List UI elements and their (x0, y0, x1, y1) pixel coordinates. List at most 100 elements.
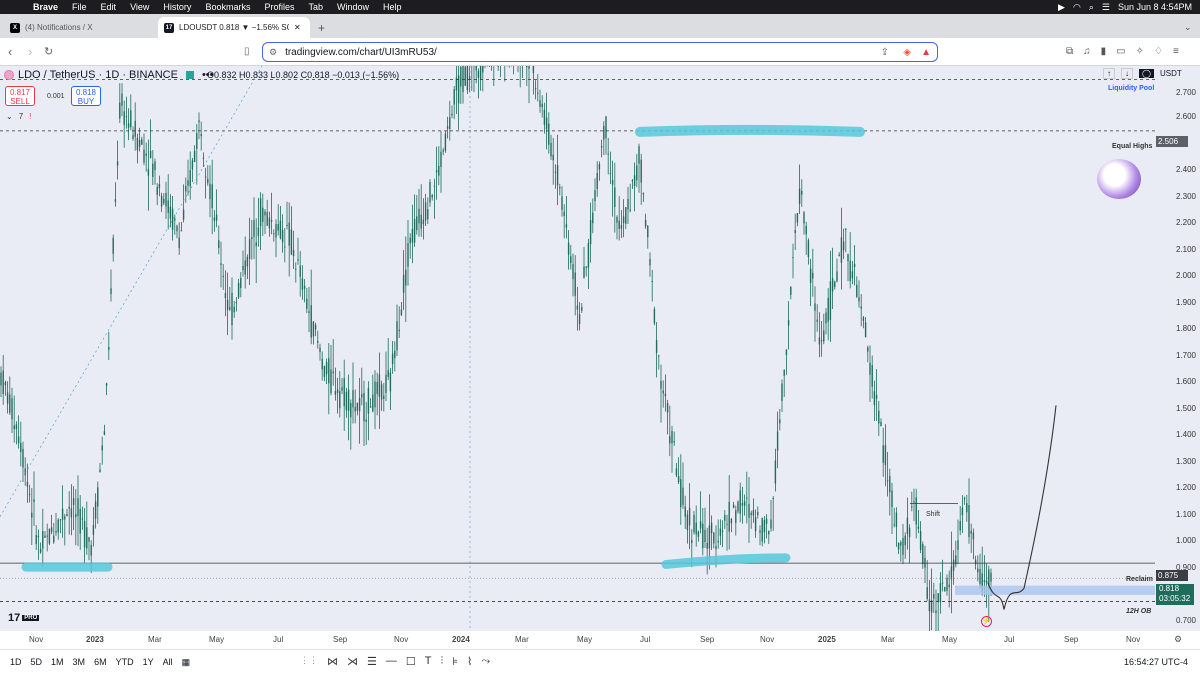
site-settings-icon[interactable]: ⚙ (269, 47, 277, 58)
drag-handle-icon[interactable]: ⋮⋮ (300, 655, 318, 668)
chart-pane[interactable] (0, 66, 1155, 631)
range-1m[interactable]: 1M (51, 657, 64, 668)
fib-tool-icon[interactable]: ☰ (367, 655, 377, 668)
play-icon[interactable]: ▶ (1058, 2, 1065, 13)
bookmark-icon[interactable]: ▯ (244, 46, 250, 57)
symbol-header[interactable]: LDO / TetherUS · 1D · BINANCE ••• (4, 69, 214, 81)
candle-body (277, 224, 279, 231)
candlestick-chart[interactable] (0, 66, 1155, 631)
menu-icon[interactable]: ≡ (1173, 46, 1179, 57)
time-tick: Jul (273, 635, 284, 644)
indicators-toggle[interactable]: ⌄ 7 ! (6, 112, 31, 121)
menu-tab[interactable]: Tab (301, 2, 330, 12)
back-icon[interactable]: ‹ (8, 44, 12, 59)
candle-body (143, 149, 145, 163)
brave-rewards-icon[interactable]: ▲ (921, 47, 931, 58)
candle-body (957, 540, 959, 550)
candle-body (420, 214, 422, 229)
menu-help[interactable]: Help (376, 2, 409, 12)
wallet-icon[interactable]: ▭ (1116, 46, 1125, 57)
candle-body (625, 207, 627, 224)
buy-button[interactable]: 0.818 BUY (71, 86, 101, 106)
horizontal-line-icon[interactable]: — (386, 655, 397, 668)
candle-body (35, 534, 37, 545)
menu-bookmarks[interactable]: Bookmarks (198, 2, 257, 12)
range-3m[interactable]: 3M (73, 657, 86, 668)
candle-body (574, 272, 576, 296)
candle-body (180, 230, 183, 232)
menu-profiles[interactable]: Profiles (257, 2, 301, 12)
tab-list-button[interactable]: ⌄ (1178, 17, 1198, 38)
pattern-tool-icon[interactable]: ⋈ (327, 655, 338, 668)
tab-tradingview[interactable]: 17 LDOUSDT 0.818 ▼ −1.56% SO ✕ (158, 17, 310, 38)
price-range-icon[interactable]: ⊧ (452, 655, 458, 668)
arrow-down-icon[interactable]: ↓ (1121, 68, 1133, 79)
candle-body (108, 347, 110, 350)
close-icon[interactable]: ✕ (294, 23, 301, 32)
new-tab-button[interactable]: + (312, 17, 331, 38)
candle-body (270, 220, 273, 222)
path-tool-icon[interactable]: ⤳ (481, 655, 490, 668)
arrow-up-icon[interactable]: ↑ (1103, 68, 1115, 79)
sell-button[interactable]: 0.817 SELL (5, 86, 35, 106)
plus-icon: + (318, 20, 326, 35)
range-ytd[interactable]: YTD (116, 657, 134, 668)
range-1y[interactable]: 1Y (143, 657, 154, 668)
music-icon[interactable]: ♫ (1083, 46, 1091, 57)
currency-selector[interactable]: USDT (1160, 69, 1182, 78)
chart-legend: LDO / TetherUS · 1D · BINANCE ••• O0.832… (0, 66, 1200, 86)
candle-body (341, 387, 343, 391)
symbol-title[interactable]: LDO / TetherUS · 1D · BINANCE (18, 69, 178, 81)
menu-history[interactable]: History (156, 2, 198, 12)
axis-settings-icon[interactable]: ⚙ (1174, 634, 1182, 645)
candle-body (61, 508, 64, 520)
forward-icon[interactable]: › (28, 44, 32, 59)
candle-body (647, 225, 649, 238)
brush-tool-icon[interactable]: ⌇ (467, 655, 472, 668)
xabcd-tool-icon[interactable]: ⋊ (347, 655, 358, 668)
candle-body (374, 381, 376, 408)
range-6m[interactable]: 6M (94, 657, 107, 668)
text-tool-icon[interactable]: T (425, 655, 432, 668)
url-bar[interactable]: ⚙ tradingview.com/chart/UI3mRU53/ ⇪ ◈ ▲ (262, 42, 938, 62)
auto-scale-icon[interactable]: ◯ (1139, 69, 1154, 78)
brave-shields-icon[interactable]: ◈ (903, 47, 911, 58)
search-icon[interactable]: ⌕ (1089, 2, 1094, 13)
candle-body (792, 257, 794, 259)
candle-body (840, 237, 843, 263)
leo-ai-icon[interactable]: ✧ (1136, 46, 1144, 57)
share-icon[interactable]: ⇪ (881, 47, 889, 58)
equal-highs-highlight (635, 124, 865, 137)
menu-edit[interactable]: Edit (94, 2, 124, 12)
long-position-icon[interactable]: ⫶ (440, 655, 443, 668)
wifi-icon[interactable]: ◠ (1073, 2, 1081, 13)
clock[interactable]: Sun Jun 8 4:54PM (1118, 2, 1192, 12)
range-all[interactable]: All (163, 657, 173, 668)
date-range-icon[interactable]: ▦ (182, 657, 191, 668)
rectangle-tool-icon[interactable]: ☐ (406, 655, 416, 668)
url-text[interactable]: tradingview.com/chart/UI3mRU53/ (285, 47, 437, 58)
menu-file[interactable]: File (65, 2, 94, 12)
lightning-icon[interactable]: ⚡ (981, 616, 992, 627)
menu-window[interactable]: Window (330, 2, 376, 12)
time-tick: May (209, 635, 225, 644)
time-axis[interactable]: Nov 2023 Mar May Jul Sep Nov 2024 Mar Ma… (0, 631, 1200, 649)
price-axis[interactable]: ↑ ↓ ◯ USDT 2.700 2.600 2.400 2.300 2.200… (1103, 66, 1200, 631)
utc-clock[interactable]: 16:54:27 UTC-4 (1124, 657, 1188, 667)
ghost-avatar-icon[interactable] (1097, 159, 1141, 199)
control-center-icon[interactable]: ☰ (1102, 2, 1110, 13)
range-1d[interactable]: 1D (10, 657, 22, 668)
tab-x-notifications[interactable]: X (4) Notifications / X (4, 17, 154, 38)
sidebar-icon[interactable]: ▮ (1101, 46, 1107, 57)
candle-body (968, 505, 970, 538)
menu-view[interactable]: View (123, 2, 156, 12)
candle-body (550, 142, 552, 157)
reload-icon[interactable]: ↻ (44, 45, 53, 58)
extensions-icon[interactable]: ⧉ (1066, 46, 1073, 57)
candle-body (862, 317, 865, 321)
menu-app[interactable]: Brave (26, 2, 65, 12)
candle-body (644, 219, 647, 227)
candle-body (963, 497, 966, 499)
range-5d[interactable]: 5D (31, 657, 43, 668)
vpn-icon[interactable]: ♢ (1154, 46, 1163, 57)
